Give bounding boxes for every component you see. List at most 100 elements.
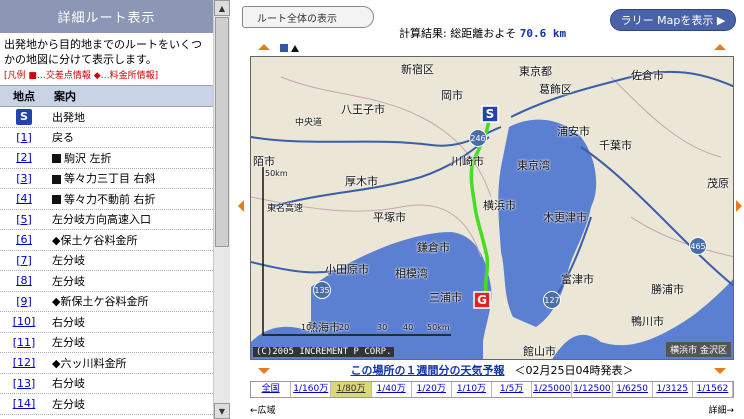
route-step-number[interactable]: [9] [0, 295, 48, 308]
map-label-miti: 岡市 [441, 89, 463, 102]
route-step-1[interactable]: [1] 戻る [0, 128, 213, 148]
route-step-label: 右分岐 [52, 315, 85, 329]
scale-option-6[interactable]: 1/5万 [492, 382, 533, 397]
zoom-in-link[interactable]: 詳細→ [708, 403, 734, 416]
route-step-7[interactable]: [7] 左分岐 [0, 251, 213, 271]
map-label-shinjuku: 新宿区 [401, 63, 434, 76]
weather-date: ＜02月25日04時発表＞ [514, 364, 634, 377]
route-step-text: ◆新保土ケ谷料金所 [48, 293, 148, 309]
route-detail-panel: 詳細ルート表示 出発地から目的地までのルートをいくつかの地図に分けて表示します。… [0, 0, 213, 419]
route-step-label: 出発地 [52, 110, 85, 124]
intro-text: 出発地から目的地までのルートをいくつかの地図に分けて表示します。 [4, 38, 202, 66]
scroll-up-arrow-icon[interactable]: ▲ [214, 0, 230, 16]
scale-option-0[interactable]: 全国 [251, 382, 292, 397]
route-step-8[interactable]: [8] 左分岐 [0, 271, 213, 292]
calc-result: 計算結果: 総距離およそ 70.6 km [399, 25, 566, 41]
scale-tick-30: 30 [377, 323, 388, 332]
route-step-2[interactable]: [2] 駒沢 左折 [0, 148, 213, 169]
left-scrollbar[interactable]: ▲ ▼ [213, 0, 230, 419]
route-step-number[interactable]: [12] [0, 356, 48, 369]
route-step-number[interactable]: [14] [0, 397, 48, 410]
intersection-square-icon [52, 195, 61, 205]
scale-option-2[interactable]: 1/80万 [331, 382, 372, 397]
route-127-icon: 127 [543, 291, 561, 309]
map-label-katsushika: 葛飾区 [539, 83, 572, 96]
route-step-text: 右分岐 [48, 375, 85, 391]
north-arrow-icon [291, 45, 299, 52]
route-step-10[interactable]: [10] 右分岐 [0, 312, 213, 333]
route-step-text: ◆六ッ川料金所 [48, 355, 126, 371]
route-step-11[interactable]: [11] 左分岐 [0, 333, 213, 353]
scroll-thumb[interactable] [215, 17, 229, 247]
route-step-number[interactable]: [8] [0, 274, 48, 287]
route-step-label: 左分岐 [52, 254, 85, 268]
map-label-tomei: 東名高速 [267, 204, 304, 214]
route-step-number: S [0, 108, 48, 125]
scroll-down-arrow-icon[interactable]: ▼ [214, 403, 230, 419]
start-icon: S [16, 108, 32, 125]
intersection-square-icon [52, 154, 61, 164]
route-step-13[interactable]: [13] 右分岐 [0, 374, 213, 394]
route-step-text: 左分岐 [48, 252, 85, 268]
scale-option-3[interactable]: 1/40万 [371, 382, 412, 397]
route-step-text: ◆保土ケ谷料金所 [48, 232, 137, 248]
map-label-atami: 熱海市 [307, 321, 340, 334]
route-step-number[interactable]: [2] [0, 151, 48, 164]
map-label-kawasaki: 川崎市 [451, 155, 484, 168]
map-label-atsugi: 厚木市 [345, 175, 378, 188]
route-step-text: 左分岐方向高速入口 [48, 211, 151, 227]
route-step-text: 戻る [48, 129, 74, 145]
route-step-number[interactable]: [11] [0, 336, 48, 349]
route-465-icon: 465 [689, 237, 707, 255]
scale-option-1[interactable]: 1/160万 [291, 382, 332, 397]
route-step-label: ◆新保土ケ谷料金所 [52, 295, 149, 309]
route-step-number[interactable]: [4] [0, 192, 48, 205]
route-step-label: ◆六ッ川料金所 [52, 356, 127, 370]
svg-text:S: S [486, 107, 495, 121]
route-map[interactable]: S G 新宿区 八王子市 中央道 陌市 川崎市 厚木市 横浜市 平塚市 東名高速… [250, 56, 734, 360]
col-guide: 案内 [54, 90, 76, 103]
route-step-number[interactable]: [7] [0, 254, 48, 267]
route-135-icon: 135 [313, 281, 331, 299]
route-step-number[interactable]: [5] [0, 213, 48, 226]
route-step-label: 左分岐 [52, 274, 85, 288]
scale-option-5[interactable]: 1/10万 [451, 382, 493, 397]
route-step-3[interactable]: [3] 等々力三丁目 右斜 [0, 169, 213, 189]
scale-option-4[interactable]: 1/20万 [411, 382, 452, 397]
map-label-futtsu: 富津市 [561, 273, 594, 286]
route-step-number[interactable]: [1] [0, 131, 48, 144]
scale-option-11[interactable]: 1/1562 [692, 382, 734, 397]
weather-forecast-link[interactable]: この場所の１週間分の天気予報 [351, 362, 505, 378]
map-label-urayasu: 浦安市 [557, 125, 590, 138]
route-step-4[interactable]: [4] 等々力不動前 右折 [0, 189, 213, 210]
route-step-12[interactable]: [12] ◆六ッ川料金所 [0, 353, 213, 374]
route-step-number[interactable]: [3] [0, 172, 48, 185]
weather-bar: この場所の１週間分の天気予報 ＜02月25日04時発表＞ [250, 362, 734, 378]
map-label-sagami-bay: 相模湾 [395, 267, 428, 280]
route-step-number[interactable]: [13] [0, 377, 48, 390]
route-step-text: 等々力不動前 右折 [48, 191, 156, 207]
pan-left-icon [238, 200, 244, 212]
route-step-9[interactable]: [9] ◆新保土ケ谷料金所 [0, 292, 213, 312]
route-step-number[interactable]: [6] [0, 233, 48, 246]
route-step-14[interactable]: [14] 左分岐 [0, 394, 213, 415]
route-step-label: 駒沢 左折 [64, 151, 112, 165]
route-list: S 出発地 [1] 戻る [2] 駒沢 左折 [3] 等々力三丁目 右斜 [4] 等々力不動前 右… [0, 107, 213, 415]
scale-option-8[interactable]: 1/12500 [572, 382, 613, 397]
route-step-label: 右分岐 [52, 377, 85, 391]
map-label-tokyo-bay: 東京湾 [517, 159, 550, 172]
route-step-5[interactable]: [5] 左分岐方向高速入口 [0, 210, 213, 230]
rally-map-button[interactable]: ラリー Mapを表示 ▶ [610, 9, 736, 31]
map-label-chiba: 千葉市 [599, 139, 632, 152]
map-label-kamogawa: 鴨川市 [631, 315, 664, 328]
scale-option-7[interactable]: 1/25000 [532, 382, 573, 397]
whole-route-tab[interactable]: ルート全体の表示 [242, 6, 374, 28]
scale-option-10[interactable]: 1/3125 [652, 382, 693, 397]
scale-option-9[interactable]: 1/6250 [612, 382, 653, 397]
zoom-out-link[interactable]: ←広域 [250, 403, 276, 416]
map-label-toko: 陌市 [253, 155, 275, 168]
route-step-6[interactable]: [6] ◆保土ケ谷料金所 [0, 230, 213, 251]
route-step-label: 左分岐方向高速入口 [52, 213, 151, 227]
route-step-number[interactable]: [10] [0, 315, 48, 328]
map-label-mobara: 茂原 [707, 177, 729, 190]
